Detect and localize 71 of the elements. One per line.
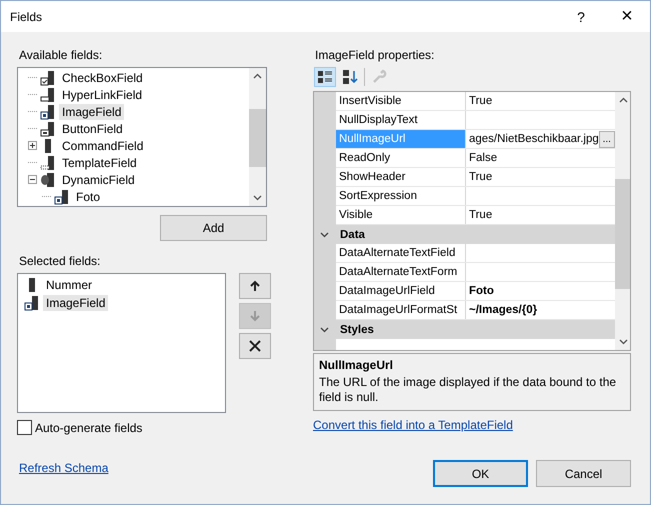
close-button[interactable]: × <box>604 1 650 32</box>
category-header: Data <box>340 228 365 240</box>
scroll-up-icon[interactable] <box>618 97 628 103</box>
description-text: The URL of the image displayed if the data bound to the field is null. <box>319 375 618 405</box>
field-icon <box>54 188 70 204</box>
cancel-button[interactable]: Cancel <box>536 460 631 487</box>
property-value[interactable]: True <box>469 171 492 183</box>
add-button[interactable]: Add <box>160 215 267 241</box>
collapse-icon[interactable] <box>320 232 329 238</box>
properties-label: ImageField properties: <box>315 48 436 62</box>
field-icon <box>40 70 56 86</box>
list-item[interactable]: Nummer <box>43 277 96 293</box>
refresh-schema-link[interactable]: Refresh Schema <box>19 461 108 475</box>
field-icon <box>24 295 40 311</box>
tree-item[interactable]: TemplateField <box>59 154 140 170</box>
property-name[interactable]: DataImageUrlFormatSt <box>336 301 466 319</box>
scrollbar[interactable] <box>249 68 266 206</box>
window-title: Fields <box>10 10 44 24</box>
tree-item[interactable]: Foto <box>73 188 104 204</box>
scroll-down-icon[interactable] <box>253 195 262 201</box>
convert-to-template-link[interactable]: Convert this field into a TemplateField <box>313 418 513 432</box>
scrollbar-thumb[interactable] <box>614 179 630 289</box>
property-name[interactable]: ReadOnly <box>336 149 466 167</box>
arrow-down-icon <box>249 310 261 322</box>
ok-button[interactable]: OK <box>433 460 528 487</box>
property-name[interactable]: NullDisplayText <box>336 111 466 129</box>
property-value[interactable]: False <box>469 152 498 164</box>
collapse-icon[interactable] <box>28 175 37 184</box>
help-button[interactable]: ? <box>558 1 604 32</box>
property-value[interactable]: Foto <box>469 285 494 297</box>
property-name[interactable]: Visible <box>336 206 466 224</box>
field-icon <box>40 104 56 120</box>
scrollbar-thumb[interactable] <box>249 109 266 167</box>
expand-icon[interactable] <box>28 141 37 150</box>
property-value[interactable]: ages/NietBeschikbaar.jpg <box>469 133 599 145</box>
field-icon <box>40 172 56 188</box>
tree-item[interactable]: ImageField <box>59 104 124 120</box>
collapse-icon[interactable] <box>320 326 329 332</box>
auto-generate-checkbox[interactable] <box>17 420 32 435</box>
tree-item[interactable]: CheckBoxField <box>59 70 146 86</box>
x-icon <box>249 340 261 352</box>
arrow-up-icon <box>249 280 261 292</box>
scroll-down-icon[interactable] <box>618 339 628 345</box>
scroll-up-icon[interactable] <box>253 73 262 79</box>
property-name[interactable]: InsertVisible <box>336 92 466 110</box>
description-title: NullImageUrl <box>319 358 394 372</box>
tree-item[interactable]: ButtonField <box>59 120 126 136</box>
available-fields-label: Available fields: <box>19 48 104 62</box>
tree-item[interactable]: CommandField <box>59 138 146 154</box>
property-name[interactable]: ShowHeader <box>336 168 466 186</box>
list-item[interactable]: ImageField <box>43 295 108 311</box>
selected-fields-label: Selected fields: <box>19 254 102 268</box>
field-icon <box>40 86 56 102</box>
property-name[interactable]: DataAlternateTextForm <box>336 263 466 281</box>
field-icon <box>40 120 56 136</box>
field-icon <box>40 154 56 170</box>
property-name[interactable]: SortExpression <box>336 187 466 205</box>
tree-item[interactable]: HyperLinkField <box>59 86 146 102</box>
property-name[interactable]: DataAlternateTextField <box>336 244 466 262</box>
category-header: Styles <box>340 324 374 336</box>
browse-button[interactable]: ... <box>598 130 615 148</box>
property-name[interactable]: DataImageUrlField <box>336 282 466 300</box>
tree-item[interactable]: DynamicField <box>59 172 138 188</box>
property-value[interactable]: ~/Images/{0} <box>469 304 538 316</box>
delete-button[interactable] <box>239 333 271 359</box>
move-up-button[interactable] <box>239 273 271 299</box>
auto-generate-label: Auto-generate fields <box>35 420 142 434</box>
property-value[interactable]: True <box>469 95 492 107</box>
property-value[interactable]: True <box>469 209 492 221</box>
scrollbar[interactable] <box>614 92 630 350</box>
categorized-button[interactable] <box>314 67 336 87</box>
